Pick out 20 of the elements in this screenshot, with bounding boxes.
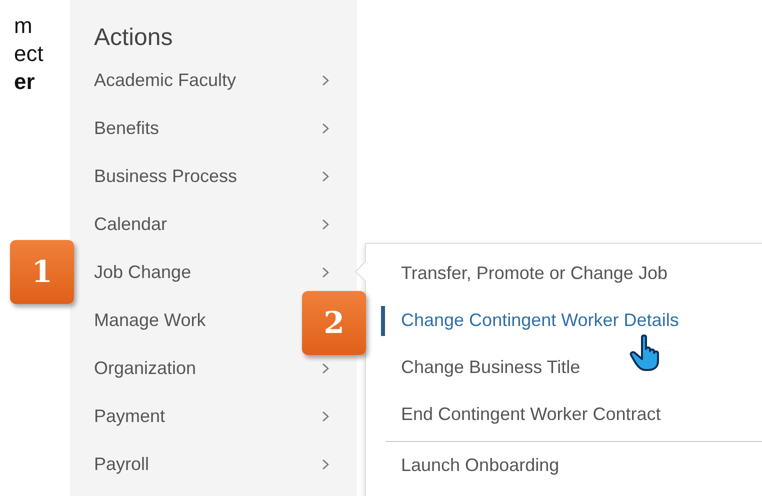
instruction-text: ect bbox=[14, 40, 44, 68]
menu-item[interactable]: Business Process bbox=[94, 166, 238, 186]
menu-item[interactable]: Organization bbox=[94, 358, 196, 378]
menu-item[interactable]: Manage Work bbox=[94, 310, 206, 330]
instruction-text: m bbox=[14, 12, 32, 40]
menu-item[interactable]: Calendar bbox=[94, 214, 168, 234]
menu-item[interactable]: Benefits bbox=[94, 118, 160, 138]
instruction-text: er bbox=[14, 68, 35, 96]
menu-item[interactable]: Academic Faculty bbox=[94, 70, 236, 90]
submenu-item[interactable]: Change Business Title bbox=[366, 344, 762, 391]
menu-item[interactable]: Job Change bbox=[94, 262, 192, 282]
submenu-item[interactable]: Change Contingent Worker Details bbox=[366, 297, 762, 344]
submenu-item[interactable]: Transfer, Promote or Change Job bbox=[366, 250, 762, 297]
submenu-item[interactable]: End Contingent Worker Contract bbox=[366, 391, 762, 438]
submenu-item[interactable]: Launch Onboarding bbox=[366, 442, 762, 489]
step-badge: 1 bbox=[10, 240, 74, 304]
menu-item[interactable]: Payroll bbox=[94, 454, 150, 474]
step-badge: 2 bbox=[302, 291, 366, 355]
menu-title: Actions bbox=[94, 23, 173, 53]
menu-item[interactable]: Payment bbox=[94, 406, 166, 426]
